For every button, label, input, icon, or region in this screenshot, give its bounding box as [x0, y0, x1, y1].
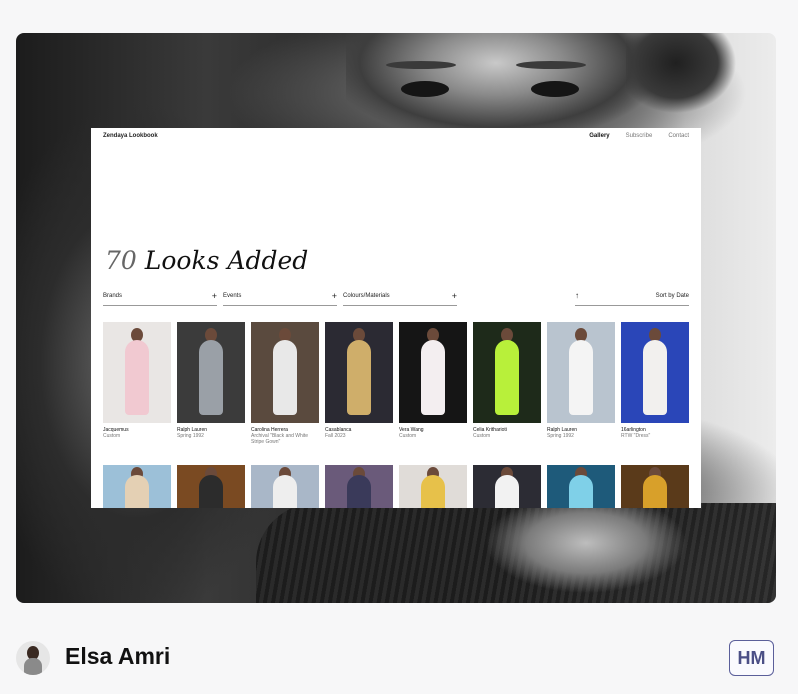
plus-icon: + — [451, 291, 457, 301]
project-card[interactable]: Zendaya Lookbook Gallery Subscribe Conta… — [16, 33, 776, 603]
preview-headline: 70 Looks Added — [105, 246, 308, 275]
look-card: Ralph Lauren Spring 1992 — [547, 322, 615, 439]
look-photo-row2 — [177, 465, 245, 508]
avatar-body — [24, 658, 42, 675]
look-detail: Archival "Black and White Stripe Gown" — [251, 433, 309, 445]
look-photo — [621, 322, 689, 423]
preview-sort: ↑ Sort by Date — [575, 291, 689, 306]
look-photo — [103, 322, 171, 423]
preview-filter-colours: Colours/Materials + — [343, 291, 457, 306]
look-figure-outfit — [421, 475, 445, 508]
look-photo-row2 — [621, 465, 689, 508]
preview-nav-gallery: Gallery — [589, 133, 610, 139]
preview-nav-subscribe: Subscribe — [625, 133, 653, 139]
look-figure-outfit — [421, 340, 445, 415]
look-photo-row2 — [547, 465, 615, 508]
look-figure-outfit — [495, 340, 519, 415]
preview-filter-brands: Brands + — [103, 291, 217, 306]
look-photo — [325, 322, 393, 423]
look-figure-outfit — [569, 340, 593, 415]
look-figure-outfit — [643, 475, 667, 508]
look-photo-row2 — [251, 465, 319, 508]
preview-nav: Zendaya Lookbook Gallery Subscribe Conta… — [103, 133, 689, 145]
look-figure-outfit — [125, 475, 149, 508]
preview-sort-label: Sort by Date — [655, 293, 689, 299]
look-photo-row2 — [103, 465, 171, 508]
look-photo-row2 — [473, 465, 541, 508]
author-avatar[interactable] — [16, 641, 50, 675]
look-card: Jacquemus Custom — [103, 322, 171, 439]
look-figure-outfit — [347, 340, 371, 415]
look-card: Vera Wang Custom — [399, 322, 467, 439]
preview-brand: Zendaya Lookbook — [103, 133, 158, 139]
look-detail: Spring 1992 — [177, 433, 204, 439]
look-figure-outfit — [643, 340, 667, 415]
cover-photo-hair — [626, 33, 746, 123]
look-figure-outfit — [569, 475, 593, 508]
preview-filter-label: Colours/Materials — [343, 293, 390, 299]
author-badge[interactable]: HM — [729, 640, 774, 676]
plus-icon: + — [211, 291, 217, 301]
cover-photo-eye — [401, 81, 449, 97]
look-detail: Custom — [473, 433, 491, 439]
look-card: 16arlington RTW "Dress" — [621, 322, 689, 439]
look-photo — [399, 322, 467, 423]
cover-photo-hand — [486, 503, 686, 603]
author-name[interactable]: Elsa Amri — [65, 643, 170, 670]
preview-filter-events: Events + — [223, 291, 337, 306]
look-detail: Spring 1992 — [547, 433, 574, 439]
preview-filter-label: Events — [223, 293, 242, 299]
cover-photo-brow — [516, 61, 586, 69]
look-card: Celia Kritharioti Custom — [473, 322, 541, 439]
look-figure-outfit — [199, 340, 223, 415]
preview-nav-contact: Contact — [668, 133, 689, 139]
arrow-up-icon: ↑ — [575, 291, 579, 300]
look-detail: Custom — [103, 433, 121, 439]
preview-nav-links: Gallery Subscribe Contact — [589, 133, 689, 139]
look-detail: RTW "Dress" — [621, 433, 651, 439]
look-photo — [547, 322, 615, 423]
look-card: Casablanca Fall 2023 — [325, 322, 393, 439]
look-figure-outfit — [347, 475, 371, 508]
look-photo-row2 — [399, 465, 467, 508]
look-figure-outfit — [199, 475, 223, 508]
preview-headline-number: 70 — [105, 246, 137, 275]
look-photo — [251, 322, 319, 423]
preview-filters: Brands + Events + Colours/Materials + ↑ … — [103, 291, 689, 306]
look-photo — [177, 322, 245, 423]
look-photo-row2 — [325, 465, 393, 508]
look-card: Ralph Lauren Spring 1992 — [177, 322, 245, 439]
look-figure-outfit — [125, 340, 149, 415]
look-detail: Fall 2023 — [325, 433, 346, 439]
look-figure-outfit — [495, 475, 519, 508]
look-figure-outfit — [273, 340, 297, 415]
look-figure-outfit — [273, 475, 297, 508]
cover-photo-brow — [386, 61, 456, 69]
plus-icon: + — [331, 291, 337, 301]
preview-headline-text: Looks Added — [144, 246, 309, 275]
cover-photo-eye — [531, 81, 579, 97]
preview-filter-label: Brands — [103, 293, 123, 299]
look-detail: Custom — [399, 433, 417, 439]
look-photo — [473, 322, 541, 423]
look-card: Carolina Herrera Archival "Black and Whit… — [251, 322, 319, 445]
website-preview: Zendaya Lookbook Gallery Subscribe Conta… — [91, 128, 701, 508]
